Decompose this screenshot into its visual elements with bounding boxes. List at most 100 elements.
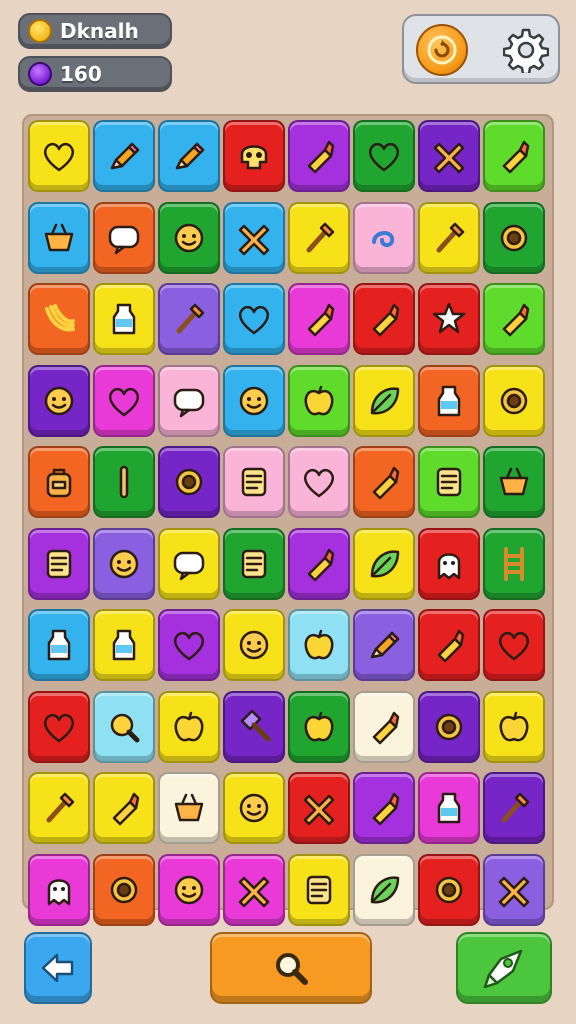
tile-r3-c6[interactable] bbox=[353, 283, 415, 355]
tile-r6-c3[interactable] bbox=[158, 527, 220, 600]
tile-r7-c2[interactable] bbox=[93, 609, 155, 681]
tile-r5-c3[interactable] bbox=[158, 446, 220, 518]
tile-r2-c4[interactable] bbox=[223, 201, 285, 274]
tile-r7-c1[interactable] bbox=[28, 609, 90, 681]
apple-icon bbox=[304, 711, 334, 741]
tile-r7-c3[interactable] bbox=[158, 609, 220, 681]
tile-r2-c6[interactable] bbox=[353, 201, 415, 274]
tile-r1-c8[interactable] bbox=[483, 120, 545, 192]
tile-r1-c4[interactable] bbox=[223, 120, 285, 192]
basket-icon bbox=[174, 793, 204, 822]
tile-r5-c2[interactable] bbox=[93, 446, 155, 518]
tile-r9-c6[interactable] bbox=[353, 772, 415, 844]
tile-r5-c6[interactable] bbox=[353, 446, 415, 518]
tile-r4-c3[interactable] bbox=[158, 364, 220, 437]
tile-r1-c7[interactable] bbox=[418, 120, 480, 192]
tile-r6-c2[interactable] bbox=[93, 527, 155, 600]
brush-icon bbox=[176, 303, 205, 334]
ring-icon bbox=[500, 224, 528, 251]
tile-r4-c6[interactable] bbox=[353, 364, 415, 437]
tile-r2-c3[interactable] bbox=[158, 201, 220, 274]
search-button[interactable] bbox=[210, 932, 372, 1004]
tile-r5-c7[interactable] bbox=[418, 446, 480, 518]
tile-r9-c8[interactable] bbox=[483, 772, 545, 844]
tile-r8-c8[interactable] bbox=[483, 690, 545, 763]
tile-r9-c1[interactable] bbox=[28, 772, 90, 844]
tile-r7-c5[interactable] bbox=[288, 609, 350, 681]
settings-button[interactable] bbox=[500, 24, 552, 76]
tile-r10-c4[interactable] bbox=[223, 853, 285, 926]
cross-icon bbox=[303, 794, 335, 826]
tile-r10-c2[interactable] bbox=[93, 853, 155, 926]
tile-r7-c7[interactable] bbox=[418, 609, 480, 681]
tile-r10-c6[interactable] bbox=[353, 853, 415, 926]
tile-r3-c5[interactable] bbox=[288, 283, 350, 355]
tile-r8-c4[interactable] bbox=[223, 690, 285, 763]
tile-r1-c6[interactable] bbox=[353, 120, 415, 192]
tile-r2-c5[interactable] bbox=[288, 201, 350, 274]
tile-r10-c8[interactable] bbox=[483, 853, 545, 926]
tile-r2-c2[interactable] bbox=[93, 201, 155, 274]
brush-icon bbox=[306, 222, 335, 252]
boost-button[interactable] bbox=[456, 932, 552, 1004]
tile-r4-c2[interactable] bbox=[93, 364, 155, 437]
tile-r7-c8[interactable] bbox=[483, 609, 545, 681]
tile-r3-c8[interactable] bbox=[483, 283, 545, 355]
tile-r9-c3[interactable] bbox=[158, 772, 220, 844]
tile-r8-c3[interactable] bbox=[158, 690, 220, 763]
tile-r1-c1[interactable] bbox=[28, 120, 90, 192]
tile-r9-c4[interactable] bbox=[223, 772, 285, 844]
tile-r6-c4[interactable] bbox=[223, 527, 285, 600]
tile-r4-c1[interactable] bbox=[28, 364, 90, 437]
swirl-icon bbox=[372, 230, 395, 247]
tile-r8-c7[interactable] bbox=[418, 690, 480, 763]
tile-r6-c8[interactable] bbox=[483, 527, 545, 600]
tile-r8-c5[interactable] bbox=[288, 690, 350, 763]
tile-r6-c6[interactable] bbox=[353, 527, 415, 600]
tile-r9-c7[interactable] bbox=[418, 772, 480, 844]
tile-r7-c4[interactable] bbox=[223, 609, 285, 681]
tile-r1-c5[interactable] bbox=[288, 120, 350, 192]
heart-icon bbox=[498, 631, 530, 661]
tile-r5-c8[interactable] bbox=[483, 446, 545, 518]
reward-coin-button[interactable] bbox=[416, 24, 468, 76]
tile-r3-c1[interactable] bbox=[28, 283, 90, 355]
tile-r4-c5[interactable] bbox=[288, 364, 350, 437]
reward-swirl-icon bbox=[427, 35, 457, 65]
back-button[interactable] bbox=[24, 932, 92, 1004]
tile-r8-c6[interactable] bbox=[353, 690, 415, 763]
tile-r7-c6[interactable] bbox=[353, 609, 415, 681]
cross-icon bbox=[238, 876, 270, 907]
gold-coin-icon bbox=[28, 19, 52, 43]
bubble-icon bbox=[108, 225, 140, 254]
tile-r10-c7[interactable] bbox=[418, 853, 480, 926]
tile-r5-c5[interactable] bbox=[288, 446, 350, 518]
tile-r3-c3[interactable] bbox=[158, 283, 220, 355]
tile-r8-c2[interactable] bbox=[93, 690, 155, 763]
tile-r4-c8[interactable] bbox=[483, 364, 545, 437]
tile-r3-c2[interactable] bbox=[93, 283, 155, 355]
tile-r5-c4[interactable] bbox=[223, 446, 285, 518]
tile-r6-c5[interactable] bbox=[288, 527, 350, 600]
tile-r8-c1[interactable] bbox=[28, 690, 90, 763]
tile-r10-c3[interactable] bbox=[158, 853, 220, 926]
basket-icon bbox=[499, 467, 529, 496]
tile-r9-c2[interactable] bbox=[93, 772, 155, 844]
tile-r3-c7[interactable] bbox=[418, 283, 480, 355]
cross-icon bbox=[238, 224, 270, 255]
tile-r4-c7[interactable] bbox=[418, 364, 480, 437]
tile-r3-c4[interactable] bbox=[223, 283, 285, 355]
tile-r2-c8[interactable] bbox=[483, 201, 545, 274]
tile-r10-c1[interactable] bbox=[28, 853, 90, 926]
ghost-icon bbox=[437, 552, 461, 579]
tile-r1-c2[interactable] bbox=[93, 120, 155, 192]
tile-r2-c7[interactable] bbox=[418, 201, 480, 274]
tile-r10-c5[interactable] bbox=[288, 853, 350, 926]
tile-r5-c1[interactable] bbox=[28, 446, 90, 518]
tile-r4-c4[interactable] bbox=[223, 364, 285, 437]
tile-r2-c1[interactable] bbox=[28, 201, 90, 274]
tile-r9-c5[interactable] bbox=[288, 772, 350, 844]
tile-r1-c3[interactable] bbox=[158, 120, 220, 192]
tile-r6-c7[interactable] bbox=[418, 527, 480, 600]
tile-r6-c1[interactable] bbox=[28, 527, 90, 600]
